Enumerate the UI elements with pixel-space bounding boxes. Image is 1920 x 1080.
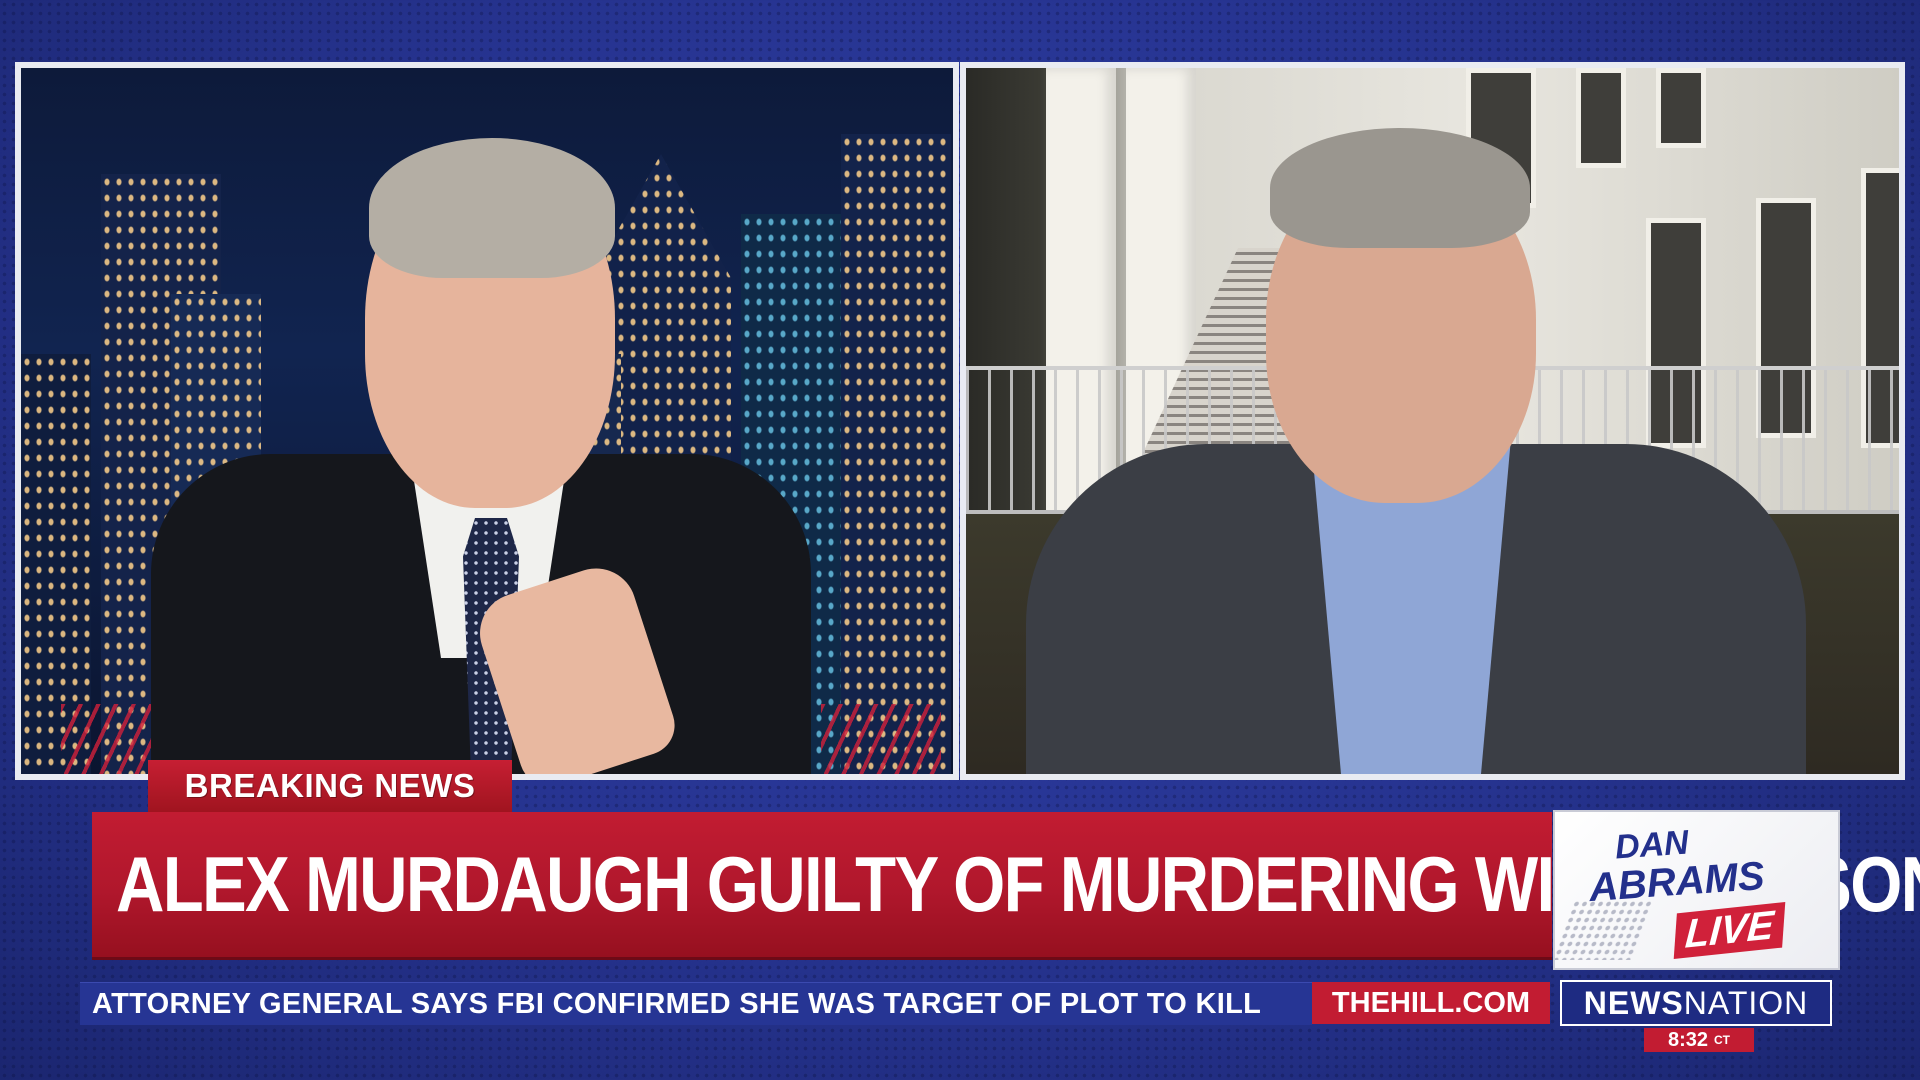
ticker-text: ATTORNEY GENERAL SAYS FBI CONFIRMED SHE … bbox=[92, 988, 1262, 1020]
clock-badge: 8:32 CT bbox=[1644, 1028, 1754, 1052]
network-name-part2: NATION bbox=[1683, 984, 1809, 1021]
anchor-person bbox=[151, 68, 811, 774]
correspondent-person bbox=[1026, 68, 1806, 774]
logo-line-2: ABRAMS bbox=[1587, 853, 1766, 911]
clock-time: 8:32 bbox=[1667, 1028, 1709, 1051]
network-logo: NEWS NATION bbox=[1560, 980, 1832, 1026]
source-site-tag: THEHILL.COM bbox=[1312, 982, 1550, 1024]
breaking-news-label: BREAKING NEWS bbox=[184, 767, 476, 804]
show-logo: DAN ABRAMS LIVE bbox=[1553, 810, 1840, 970]
headline-text: ALEX MURDAUGH GUILTY OF MURDERING WIFE A… bbox=[116, 840, 1920, 928]
video-panel-anchor bbox=[15, 62, 959, 780]
skyline-building bbox=[841, 134, 951, 774]
decorative-stripes bbox=[821, 704, 941, 774]
video-panel-correspondent bbox=[960, 62, 1905, 780]
breaking-news-tag: BREAKING NEWS bbox=[148, 760, 512, 812]
source-site-label: THEHILL.COM bbox=[1331, 986, 1531, 1019]
headline-bar: ALEX MURDAUGH GUILTY OF MURDERING WIFE A… bbox=[92, 812, 1920, 957]
network-name-part1: NEWS bbox=[1583, 984, 1684, 1021]
logo-live-badge: LIVE bbox=[1673, 902, 1786, 959]
clock-timezone: CT bbox=[1714, 1033, 1731, 1047]
news-ticker: ATTORNEY GENERAL SAYS FBI CONFIRMED SHE … bbox=[80, 982, 1312, 1025]
